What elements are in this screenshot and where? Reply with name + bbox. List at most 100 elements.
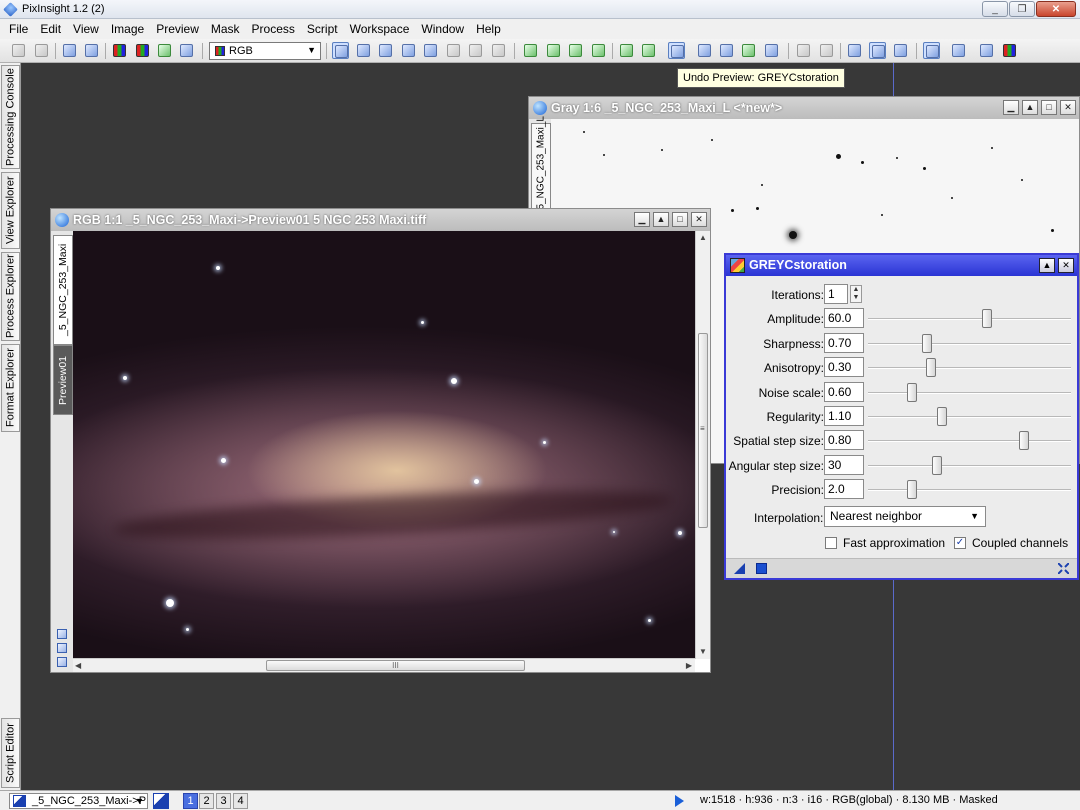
- redo-icon[interactable]: [33, 42, 50, 59]
- close-icon[interactable]: ✕: [1058, 258, 1074, 273]
- play-icon[interactable]: [675, 795, 684, 807]
- mask-remove-icon[interactable]: [590, 42, 607, 59]
- iconize-icon[interactable]: ▁: [634, 212, 650, 227]
- edit-preview-icon[interactable]: [467, 42, 484, 59]
- param-value-field[interactable]: 0.60: [824, 381, 864, 402]
- tab-script-editor[interactable]: Script Editor: [1, 718, 20, 788]
- slider-handle[interactable]: [922, 333, 933, 353]
- apply-icon[interactable]: [756, 563, 767, 574]
- vertical-scroll-thumb[interactable]: ≡: [698, 333, 708, 528]
- workspace-1-button[interactable]: 1: [183, 793, 198, 809]
- shade-icon[interactable]: ▲: [653, 212, 669, 227]
- menu-image[interactable]: Image: [105, 19, 150, 39]
- checkbox-box[interactable]: ✓: [954, 537, 966, 549]
- minimize-button[interactable]: _: [982, 1, 1008, 17]
- process-icon[interactable]: [846, 42, 863, 59]
- maximize-icon[interactable]: □: [672, 212, 688, 227]
- scroll-down-icon[interactable]: ▼: [699, 647, 707, 656]
- channel-select[interactable]: RGB ▼: [209, 42, 321, 60]
- zoom-to-fit-icon[interactable]: [57, 629, 67, 639]
- param-value-field[interactable]: 1: [824, 284, 848, 304]
- slider-track[interactable]: [868, 342, 1071, 345]
- preview-store-icon[interactable]: [618, 42, 635, 59]
- dialog-titlebar[interactable]: GREYCstoration ▲ ✕: [726, 255, 1077, 276]
- checkbox-box[interactable]: [825, 537, 837, 549]
- horizontal-scroll-thumb[interactable]: III: [266, 660, 525, 671]
- slider-handle[interactable]: [925, 358, 936, 378]
- slider-track[interactable]: [868, 416, 1071, 418]
- slider-track[interactable]: [868, 489, 1071, 492]
- new-preview-icon[interactable]: [445, 42, 462, 59]
- display-mode-icon[interactable]: [923, 42, 940, 59]
- view-mode-icon[interactable]: [153, 793, 169, 809]
- combine-channels-icon[interactable]: [156, 42, 173, 59]
- param-value-field[interactable]: 60.0: [824, 308, 864, 329]
- rgb-channels-icon[interactable]: [111, 42, 128, 59]
- navigate-mode-icon[interactable]: [332, 42, 349, 59]
- gray-window-titlebar[interactable]: Gray 1:6 _5_NGC_253_Maxi_L <*new*> ▁ ▲ □…: [529, 97, 1079, 119]
- menu-preview[interactable]: Preview: [150, 19, 205, 39]
- param-value-field[interactable]: 2.0: [824, 479, 864, 500]
- scroll-up-icon[interactable]: ▲: [699, 233, 707, 242]
- process-active-icon[interactable]: [869, 42, 886, 59]
- undo-icon[interactable]: [10, 42, 27, 59]
- iconize-icon[interactable]: ▁: [1003, 100, 1019, 115]
- process-container-icon[interactable]: [892, 42, 909, 59]
- mask-invert-icon[interactable]: [567, 42, 584, 59]
- shade-icon[interactable]: ▲: [1039, 258, 1055, 273]
- menu-edit[interactable]: Edit: [34, 19, 67, 39]
- preview-tab[interactable]: Preview01: [53, 345, 73, 415]
- redo-preview-icon[interactable]: [696, 42, 713, 59]
- display-split-icon[interactable]: [978, 42, 995, 59]
- maximize-icon[interactable]: □: [1041, 100, 1057, 115]
- slider-handle[interactable]: [931, 455, 942, 475]
- reset-icon[interactable]: [1058, 563, 1069, 574]
- fit-view-icon[interactable]: [57, 643, 67, 653]
- workspace-3-button[interactable]: 3: [216, 793, 231, 809]
- display-channel-icon[interactable]: [950, 42, 967, 59]
- scroll-left-icon[interactable]: ◀: [75, 661, 81, 670]
- tab-format-explorer[interactable]: Format Explorer: [1, 344, 20, 432]
- menu-process[interactable]: Process: [246, 19, 301, 39]
- scroll-right-icon[interactable]: ▶: [686, 661, 692, 670]
- color-space-icon[interactable]: [178, 42, 195, 59]
- tab-process-explorer[interactable]: Process Explorer: [1, 252, 20, 341]
- close-icon[interactable]: ✕: [691, 212, 707, 227]
- zoom-fit-icon[interactable]: [355, 42, 372, 59]
- mask-enable-icon[interactable]: [522, 42, 539, 59]
- workspace-2-button[interactable]: 2: [199, 793, 214, 809]
- gray-view-tab[interactable]: _5_NGC_253_Maxi_L: [531, 117, 551, 215]
- preview-restore-icon[interactable]: [640, 42, 657, 59]
- zoom-out-icon[interactable]: [400, 42, 417, 59]
- tab-view-explorer[interactable]: View Explorer: [1, 172, 20, 249]
- menu-view[interactable]: View: [67, 19, 105, 39]
- param-value-field[interactable]: 0.80: [824, 430, 864, 451]
- zoom-in-icon[interactable]: [377, 42, 394, 59]
- zoom-one-icon[interactable]: [422, 42, 439, 59]
- tab-processing-console[interactable]: Processing Console: [1, 65, 20, 169]
- menu-script[interactable]: Script: [301, 19, 344, 39]
- slider-track[interactable]: [868, 318, 1071, 321]
- rgb-image-window[interactable]: RGB 1:1 _5_NGC_253_Maxi->Preview01 5 NGC…: [50, 208, 711, 673]
- menu-file[interactable]: File: [3, 19, 34, 39]
- galaxy-image-canvas[interactable]: [73, 231, 696, 659]
- param-value-field[interactable]: 30: [824, 454, 864, 475]
- slider-handle[interactable]: [1018, 431, 1029, 451]
- undo-preview-icon[interactable]: [668, 42, 685, 59]
- new-image-icon[interactable]: [61, 42, 78, 59]
- duplicate-image-icon[interactable]: [83, 42, 100, 59]
- close-button[interactable]: ✕: [1036, 1, 1076, 17]
- param-value-field[interactable]: 1.10: [824, 406, 864, 426]
- interpolation-select[interactable]: Nearest neighbor ▼: [824, 506, 986, 527]
- restore-button[interactable]: ❐: [1009, 1, 1035, 17]
- spinner-icon[interactable]: ▲ ▼: [850, 285, 862, 303]
- coupled-channels-checkbox[interactable]: ✓ Coupled channels: [954, 536, 1068, 550]
- mask-show-icon[interactable]: [545, 42, 562, 59]
- slider-track[interactable]: [868, 367, 1071, 370]
- greycstoration-dialog[interactable]: GREYCstoration ▲ ✕ Iterations: 1 ▲ ▼ Amplitu…: [724, 253, 1079, 580]
- close-icon[interactable]: ✕: [1060, 100, 1076, 115]
- slider-track[interactable]: [868, 464, 1071, 467]
- extract-channels-icon[interactable]: [134, 42, 151, 59]
- horizontal-scrollbar[interactable]: ◀ III ▶: [73, 658, 695, 672]
- fast-approximation-checkbox[interactable]: Fast approximation: [825, 536, 945, 550]
